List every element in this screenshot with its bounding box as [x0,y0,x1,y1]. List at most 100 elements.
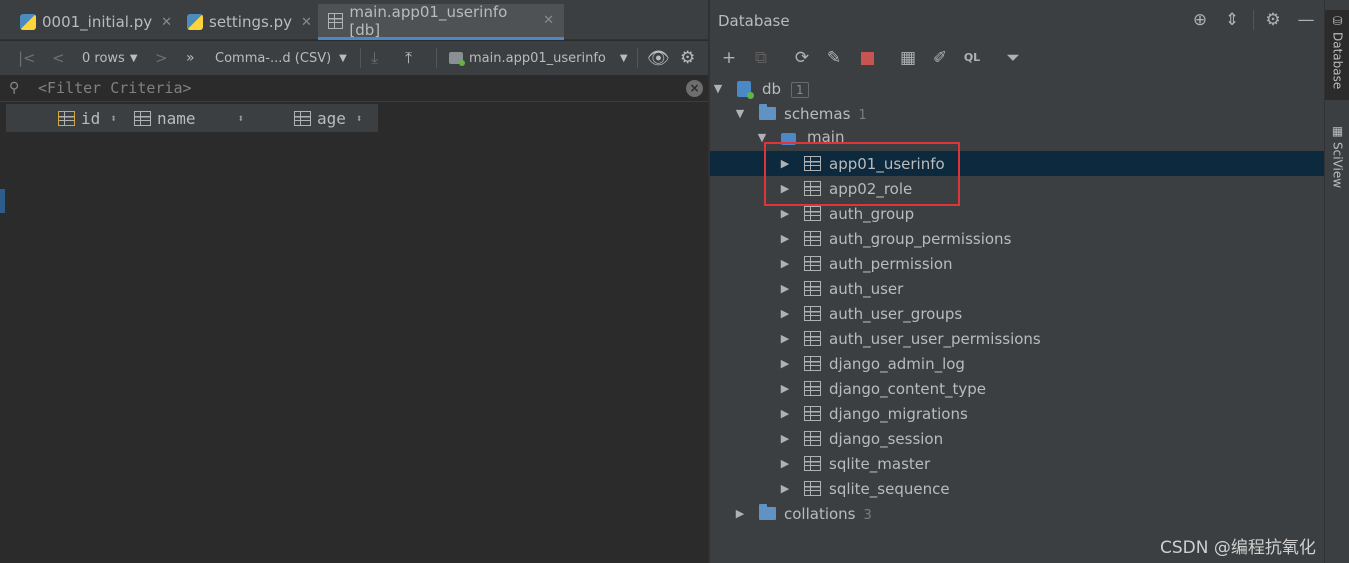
expand-arrow-icon[interactable]: ▶ [779,232,791,245]
expand-arrow-icon[interactable]: ▶ [779,157,791,170]
expand-arrow-icon[interactable]: ▶ [779,332,791,345]
sort-icon[interactable]: ⬍ [356,112,363,125]
console-icon[interactable]: QL [961,47,983,69]
tab-0001-initial[interactable]: 0001_initial.py ✕ [20,4,172,40]
tree-node-table[interactable]: ▶ auth_user [710,276,1324,301]
column-name: age [317,108,346,128]
tree-node-table[interactable]: ▶ app02_role [710,176,1324,201]
tree-node-collations[interactable]: ▶ collations 3 [710,501,1324,526]
refresh-icon[interactable]: ⟳ [791,47,813,69]
more-icon[interactable]: » [186,41,195,75]
tree-node-table[interactable]: ▶ django_admin_log [710,351,1324,376]
close-icon[interactable]: ✕ [161,15,172,30]
tree-node-schemas[interactable]: ▼ schemas 1 [710,101,1324,126]
toolbar-divider [360,48,361,68]
table-icon[interactable]: ▦ [897,47,919,69]
sort-icon[interactable]: ⬍ [110,112,117,125]
tab-label: main.app01_userinfo [db] [349,2,508,39]
schema-edit-icon[interactable]: ✎ [823,47,845,69]
datasource-dropdown[interactable]: main.app01_userinfo ▼ [449,41,628,75]
expand-arrow-icon[interactable]: ▼ [712,82,724,95]
upload-icon[interactable]: ⤒ [405,41,412,75]
expand-arrow-icon[interactable]: ▶ [779,207,791,220]
previous-page-icon[interactable]: < [52,41,65,75]
tree-node-table[interactable]: ▶ auth_group [710,201,1324,226]
tree-node-table[interactable]: ▶ auth_user_user_permissions [710,326,1324,351]
table-icon [804,331,821,346]
tree-node-table[interactable]: ▶ auth_permission [710,251,1324,276]
tree-label: auth_user [829,279,904,298]
count-label: 1 [858,107,867,123]
database-tree: ▼ db 1 ▼ schemas 1 ▼ main ▶ app01_userin… [710,76,1324,563]
gear-icon[interactable]: ⚙ [1263,10,1283,30]
schema-icon [781,133,796,145]
tree-node-table[interactable]: ▶ sqlite_sequence [710,476,1324,501]
clear-filter-icon[interactable]: × [686,80,703,97]
tree-node-table[interactable]: ▶ django_migrations [710,401,1324,426]
eye-icon[interactable]: 👁 [647,41,670,75]
tree-node-table[interactable]: ▶ auth_user_groups [710,301,1324,326]
close-icon[interactable]: ✕ [543,13,554,28]
chevron-down-icon: ▼ [339,52,347,64]
tree-label: auth_user_user_permissions [829,329,1041,348]
filter-input[interactable]: <Filter Criteria> [38,79,192,97]
copy-icon[interactable]: ⧉ [750,47,772,69]
expand-arrow-icon[interactable]: ▶ [779,432,791,445]
rows-dropdown[interactable]: 0 rows ▼ [82,41,138,75]
database-panel-header: Database ⊕ ⇕ ⚙ — [710,0,1324,40]
add-icon[interactable]: + [718,47,740,69]
expand-arrow-icon[interactable]: ▶ [779,382,791,395]
crosshair-icon[interactable]: ⊕ [1190,10,1210,30]
tab-label: settings.py [209,13,292,31]
data-editor-toolbar: |< < 0 rows ▼ > » Comma-...d (CSV) ▼ ⤓ ⤒… [0,41,708,75]
python-file-icon [20,14,36,30]
expand-arrow-icon[interactable]: ▶ [779,407,791,420]
tab-database[interactable]: ⛁ Database [1325,10,1349,100]
expand-arrow-icon[interactable]: ▶ [779,307,791,320]
count-badge: 1 [791,81,809,98]
tree-node-table[interactable]: ▶ auth_group_permissions [710,226,1324,251]
expand-arrow-icon[interactable]: ▶ [779,357,791,370]
expand-arrow-icon[interactable]: ▼ [734,107,746,120]
expand-arrow-icon[interactable]: ▶ [779,482,791,495]
column-icon [294,110,311,126]
tree-node-table[interactable]: ▶ sqlite_master [710,451,1324,476]
expand-arrow-icon[interactable]: ▶ [779,282,791,295]
column-header-name[interactable]: name ⬍ [134,104,244,132]
minimize-icon[interactable]: — [1296,10,1316,30]
expand-arrow-icon[interactable]: ▶ [779,457,791,470]
column-header-id[interactable]: id ⬍ [58,104,117,132]
expand-arrow-icon[interactable]: ▶ [779,182,791,195]
expand-arrow-icon[interactable]: ▶ [734,507,746,520]
table-icon [804,156,821,171]
stop-icon[interactable] [856,47,878,69]
tree-node-table[interactable]: ▶ app01_userinfo [710,151,1324,176]
next-page-icon[interactable]: > [155,41,168,75]
collapse-all-icon[interactable]: ⇕ [1222,10,1242,30]
tree-node-table[interactable]: ▶ django_session [710,426,1324,451]
table-icon [804,481,821,496]
tree-node-table[interactable]: ▶ django_content_type [710,376,1324,401]
sort-icon[interactable]: ⬍ [238,112,245,125]
tree-label: collations [784,504,856,523]
edit-icon[interactable]: ✐ [929,47,951,69]
expand-arrow-icon[interactable]: ▼ [756,131,768,144]
tree-label: django_content_type [829,379,987,398]
tab-main-app01-userinfo[interactable]: main.app01_userinfo [db] ✕ [318,2,564,40]
expand-arrow-icon[interactable]: ▶ [779,257,791,270]
table-icon [804,406,821,421]
tab-sciview[interactable]: ▦ SciView [1325,120,1349,200]
filter-bar[interactable]: ⚲ <Filter Criteria> × [0,76,708,102]
tab-settings[interactable]: settings.py ✕ [187,4,312,40]
tree-label: auth_group_permissions [829,229,1012,248]
tree-node-main[interactable]: ▼ main [710,126,1324,148]
close-icon[interactable]: ✕ [301,15,312,30]
gear-icon[interactable]: ⚙ [680,41,695,75]
export-format-dropdown[interactable]: Comma-...d (CSV) ▼ [215,41,347,75]
download-icon[interactable]: ⤓ [371,41,378,75]
tree-label: main [807,128,845,146]
column-header-age[interactable]: age ⬍ [294,104,363,132]
filter-icon[interactable]: ⏷ [1002,47,1024,69]
first-page-icon[interactable]: |< [18,41,36,75]
tree-node-db[interactable]: ▼ db 1 [710,76,1324,101]
